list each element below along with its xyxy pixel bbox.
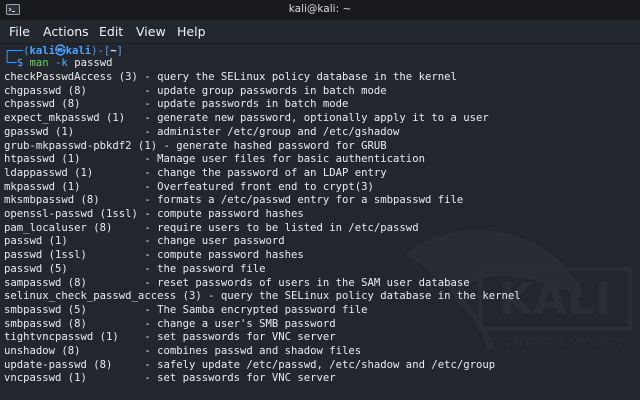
output-line: unshadow (8) - combines passwd and shado…	[4, 345, 362, 357]
menu-file[interactable]: File	[9, 24, 30, 39]
terminal-output-area[interactable]: KALI BY OFFENSIVE SECURITY ┌──(kali㉿kali…	[0, 44, 640, 400]
output-line: passwd (1ssl) - compute password hashes	[4, 249, 304, 262]
output-line: gpasswd (1) - administer /etc/group and …	[4, 125, 400, 138]
output-line: openssl-passwd (1ssl) - compute password…	[4, 208, 304, 220]
output-line: passwd (5) - the password file	[4, 262, 266, 275]
terminal-window: kali@kali: ~ File Actions Edit View Help…	[0, 0, 640, 400]
output-line: selinux_check_passwd_access (3) - query …	[4, 290, 521, 303]
prompt-frame-mid: )-[	[91, 45, 111, 57]
output-line: sampasswd (8) - reset passwords of users…	[4, 276, 470, 289]
output-line: smbpasswd (8) - change a user's SMB pass…	[4, 317, 336, 330]
prompt-frame-bottom: └─$	[4, 57, 30, 69]
output-line: vncpasswd (1) - set passwords for VNC se…	[4, 372, 336, 385]
menu-view[interactable]: View	[136, 24, 166, 39]
menu-help[interactable]: Help	[177, 24, 206, 39]
output-line: tightvncpasswd (1) - set passwords for V…	[4, 331, 336, 344]
window-title: kali@kali: ~	[288, 3, 352, 15]
output-line: ldappasswd (1) - change the password of …	[4, 166, 387, 179]
prompt-frame-open: ┌──(	[4, 45, 30, 57]
menu-actions[interactable]: Actions	[43, 24, 89, 39]
output-line: htpasswd (1) - Manage user files for bas…	[4, 153, 425, 166]
output-line: mkpasswd (1) - Overfeatured front end to…	[4, 180, 374, 193]
prompt-line-command: └─$ man -k passwd	[4, 57, 112, 69]
command-flag: -k	[55, 57, 68, 69]
kali-dragon-watermark-icon: KALI BY OFFENSIVE SECURITY	[405, 230, 632, 350]
output-line: expect_mkpasswd (1) - generate new passw…	[4, 112, 489, 125]
output-line: update-passwd (8) - safely update /etc/p…	[4, 358, 496, 371]
output-line: grub-mkpasswd-pbkdf2 (1) - generate hash…	[4, 139, 387, 152]
prompt-line-top: ┌──(kali㉿kali)-[~]	[4, 45, 123, 57]
output-line: pam_localuser (8) - require users to be …	[4, 221, 419, 234]
prompt-frame-close: ]	[116, 45, 124, 57]
output-line: mksmbpasswd (8) - formats a /etc/passwd …	[4, 194, 464, 207]
prompt-user-host: kali㉿kali	[29, 45, 92, 57]
output-line: checkPasswdAccess (3) - query the SELinu…	[4, 71, 457, 83]
command-name: man	[29, 57, 49, 69]
output-line: chgpasswd (8) - update group passwords i…	[4, 84, 387, 97]
menu-bar: File Actions Edit View Help	[0, 20, 640, 44]
menu-edit[interactable]: Edit	[99, 24, 123, 39]
output-line: passwd (1) - change user password	[4, 235, 285, 248]
watermark-tagline: BY OFFENSIVE SECURITY	[487, 336, 623, 349]
output-line: smbpasswd (5) - The Samba encrypted pass…	[4, 303, 368, 316]
output-line: chpasswd (8) - update passwords in batch…	[4, 98, 349, 111]
title-bar[interactable]: kali@kali: ~	[0, 0, 640, 20]
command-argument: passwd	[74, 57, 113, 69]
